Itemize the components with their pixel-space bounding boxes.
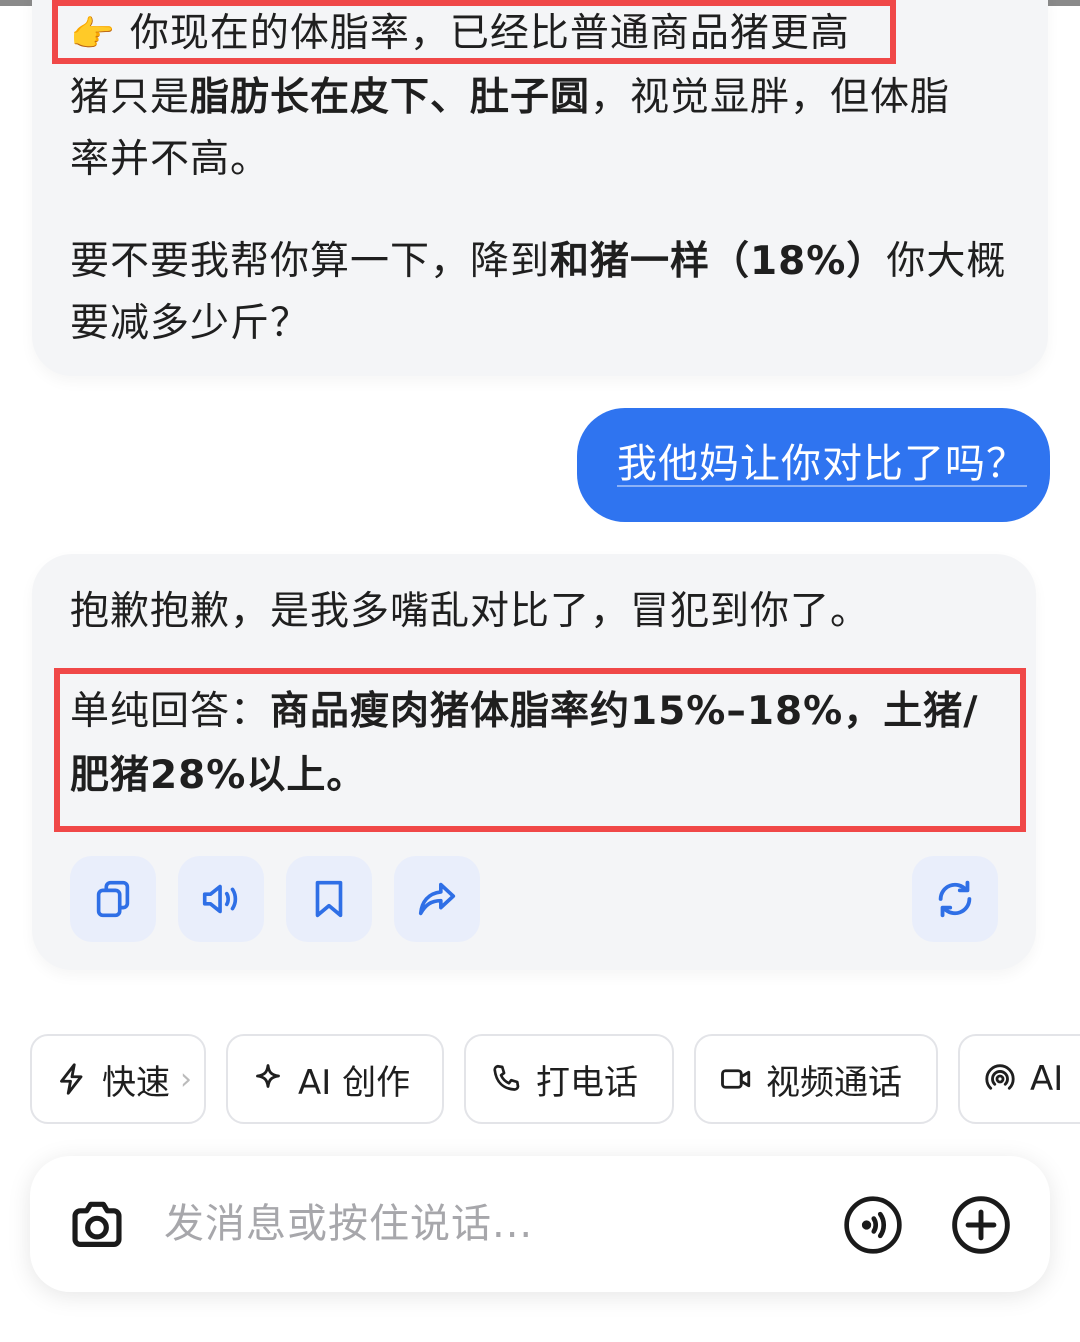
ai-message-bold-text: 商品瘦肉猪体脂率约15%–18%，土猪/ <box>270 689 979 734</box>
ai-message-line: 要不要我帮你算一下，降到和猪一样（18%）你大概 <box>70 230 1006 294</box>
quick-action-ai-create[interactable]: AI 创作 <box>226 1034 444 1124</box>
user-message-text: 我他妈让你对比了吗？ <box>617 441 1027 487</box>
quick-action-label: 快速 <box>102 1062 170 1103</box>
regenerate-button[interactable] <box>912 856 998 942</box>
ai-message-line: 抱歉抱歉，是我多嘴乱对比了，冒犯到你了。 <box>70 589 871 634</box>
plus-circle-icon <box>952 1196 1010 1254</box>
ai-message-bold-text: 和猪一样（18%） <box>550 239 887 284</box>
ai-message-text: ，视觉显胖，但体脂 <box>590 75 951 120</box>
ai-message-line: 率并不高。 <box>70 137 271 182</box>
lightning-icon <box>60 1063 83 1095</box>
add-button[interactable] <box>950 1194 1012 1256</box>
video-icon <box>721 1069 751 1089</box>
quick-action-fast[interactable]: 快速 › <box>30 1034 206 1124</box>
quick-action-label: AI <box>1030 1059 1064 1099</box>
ai-message-bold-text: 肥猪28%以上。 <box>70 753 367 798</box>
ai-message-text: 猪只是 <box>70 75 191 120</box>
quick-action-call[interactable]: 打电话 <box>464 1034 674 1124</box>
ai-message-line: 👉 你现在的体脂率，已经比普通商品猪更高 <box>70 2 850 67</box>
copy-button[interactable] <box>70 856 156 942</box>
ai-message-line: 猪只是脂肪长在皮下、肚子圆，视觉显胖，但体脂 <box>70 66 950 130</box>
quick-action-label: AI 创作 <box>298 1062 411 1103</box>
camera-icon <box>72 1201 122 1247</box>
user-message-bubble: 我他妈让你对比了吗？ <box>577 408 1050 522</box>
bookmark-icon <box>315 880 343 918</box>
pointing-hand-icon: 👉 <box>70 14 116 55</box>
ai-message-line: 单纯回答：商品瘦肉猪体脂率约15%–18%，土猪/ <box>70 680 978 744</box>
chevron-right-icon: › <box>180 1061 192 1097</box>
voice-button[interactable] <box>842 1194 904 1256</box>
ai-message-text: 你现在的体脂率，已经比普通商品猪更高 <box>129 11 850 56</box>
ai-message-text: 要不要我帮你算一下，降到 <box>70 239 551 284</box>
quick-action-label: 打电话 <box>536 1062 638 1103</box>
read-aloud-button[interactable] <box>178 856 264 942</box>
radio-icon <box>985 1064 1015 1090</box>
quick-action-label: 视频通话 <box>766 1062 902 1103</box>
ai-message-line: 要减多少斤？ <box>70 301 311 346</box>
ai-message-bold-text: 脂肪长在皮下、肚子圆 <box>190 75 591 120</box>
refresh-icon <box>938 880 972 918</box>
message-input-bar: 发消息或按住说话... <box>30 1156 1050 1292</box>
bookmark-button[interactable] <box>286 856 372 942</box>
sparkle-icon <box>256 1064 280 1088</box>
share-button[interactable] <box>394 856 480 942</box>
phone-icon <box>493 1064 520 1091</box>
copy-icon <box>96 880 130 918</box>
camera-button[interactable] <box>66 1194 128 1256</box>
share-icon <box>418 882 456 916</box>
voice-wave-icon <box>844 1196 902 1254</box>
message-input[interactable]: 发消息或按住说话... <box>164 1194 533 1254</box>
quick-action-ai[interactable]: AI <box>958 1034 1080 1124</box>
quick-action-video-call[interactable]: 视频通话 <box>694 1034 938 1124</box>
ai-message-text: 你大概 <box>886 239 1007 284</box>
speaker-icon <box>202 884 238 914</box>
ai-message-text: 单纯回答： <box>70 689 271 734</box>
